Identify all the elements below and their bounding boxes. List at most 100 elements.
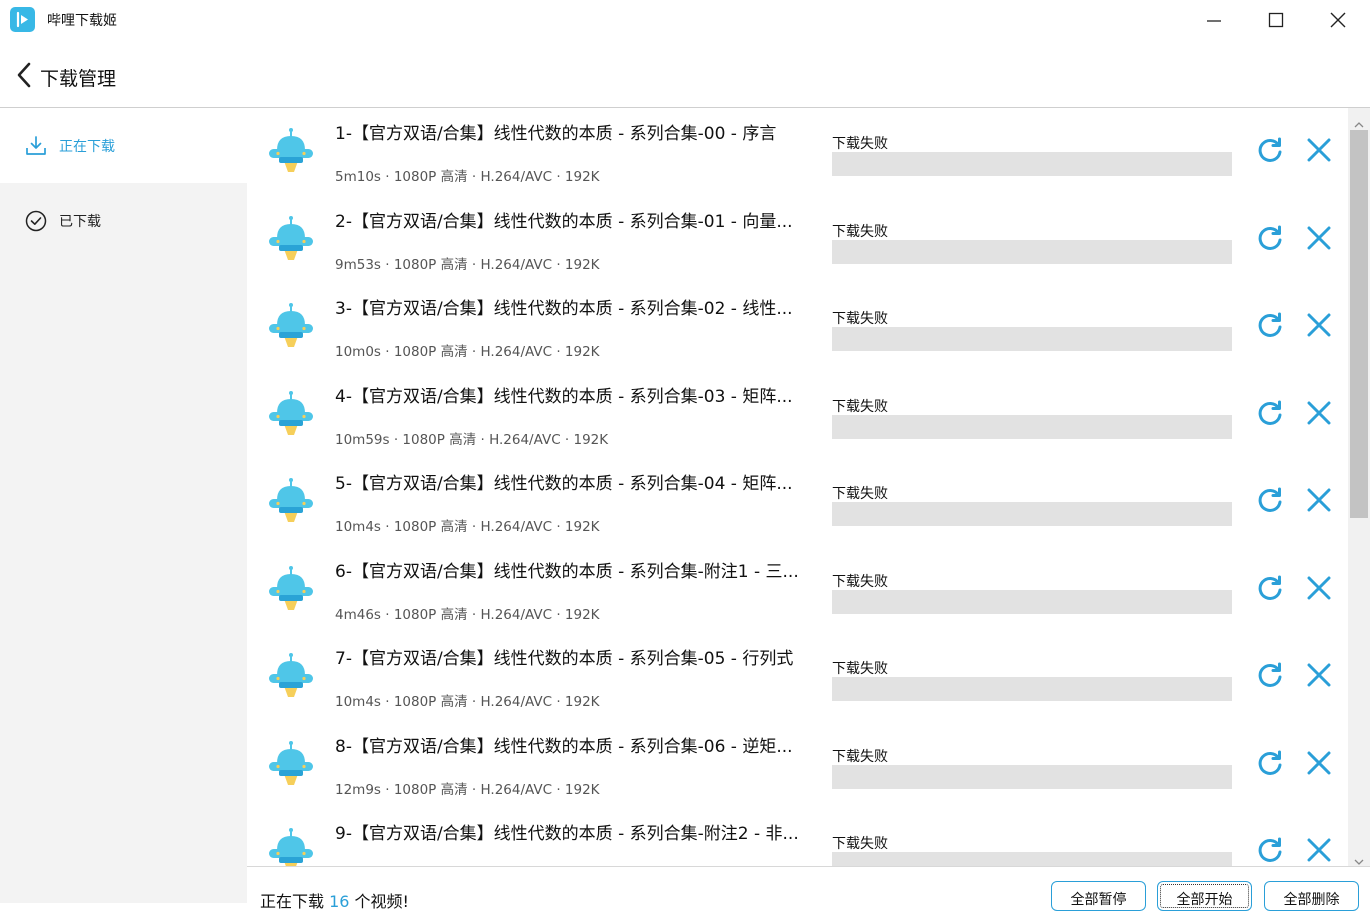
chevron-left-icon <box>17 62 31 88</box>
start-all-button[interactable]: 全部开始 <box>1157 881 1252 911</box>
close-icon <box>1330 12 1346 28</box>
retry-button[interactable] <box>1256 136 1284 164</box>
download-row: 9-【官方双语/合集】线性代数的本质 - 系列合集-附注2 - 非... 下载失败 <box>247 808 1348 866</box>
video-thumbnail-icon <box>267 740 315 793</box>
download-status: 下载失败 <box>832 486 888 502</box>
delete-button[interactable] <box>1307 576 1331 600</box>
download-row: 3-【官方双语/合集】线性代数的本质 - 系列合集-02 - 线性... 10m0… <box>247 283 1348 370</box>
progress-bar <box>832 764 1232 789</box>
retry-button[interactable] <box>1256 311 1284 339</box>
video-title: 9-【官方双语/合集】线性代数的本质 - 系列合集-附注2 - 非... <box>335 824 799 844</box>
progress-bar <box>832 589 1232 614</box>
video-thumbnail-icon <box>267 215 315 268</box>
sidebar-item-downloaded[interactable]: 已下载 <box>0 183 247 258</box>
refresh-icon <box>1256 312 1284 343</box>
download-row: 4-【官方双语/合集】线性代数的本质 - 系列合集-03 - 矩阵... 10m5… <box>247 371 1348 458</box>
download-row: 5-【官方双语/合集】线性代数的本质 - 系列合集-04 - 矩阵... 10m4… <box>247 458 1348 545</box>
pause-all-button[interactable]: 全部暂停 <box>1051 881 1146 911</box>
close-icon <box>1307 838 1331 866</box>
delete-button[interactable] <box>1307 488 1331 512</box>
delete-button[interactable] <box>1307 138 1331 162</box>
video-title: 8-【官方双语/合集】线性代数的本质 - 系列合集-06 - 逆矩... <box>335 736 793 757</box>
progress-bar <box>832 677 1232 701</box>
video-thumbnail-icon <box>267 478 315 530</box>
video-thumbnail-icon <box>267 828 315 866</box>
download-summary: 正在下载 16 个视频! <box>260 888 409 912</box>
sidebar-item-label: 正在下载 <box>59 139 115 155</box>
refresh-icon <box>1256 137 1284 168</box>
title-bar: 哔哩下载姬 <box>0 0 1372 40</box>
progress-bar <box>832 239 1232 264</box>
close-icon <box>1307 138 1331 166</box>
video-title: 4-【官方双语/合集】线性代数的本质 - 系列合集-03 - 矩阵... <box>335 386 793 407</box>
download-status: 下载失败 <box>832 136 888 152</box>
download-status: 下载失败 <box>832 223 888 240</box>
refresh-icon <box>1256 225 1284 256</box>
retry-button[interactable] <box>1256 836 1284 864</box>
sidebar: 正在下载 已下载 <box>0 108 247 903</box>
download-status: 下载失败 <box>832 748 888 765</box>
video-meta: 10m4s · 1080P 高清 · H.264/AVC · 192K <box>335 519 600 535</box>
refresh-icon <box>1256 750 1284 781</box>
maximize-icon <box>1268 12 1284 28</box>
refresh-icon <box>1256 662 1284 693</box>
list-scrollbar[interactable] <box>1348 108 1370 866</box>
retry-button[interactable] <box>1256 661 1284 689</box>
download-status: 下载失败 <box>832 311 888 327</box>
video-title: 5-【官方双语/合集】线性代数的本质 - 系列合集-04 - 矩阵... <box>335 474 793 494</box>
video-title: 7-【官方双语/合集】线性代数的本质 - 系列合集-05 - 行列式 <box>335 649 794 669</box>
retry-button[interactable] <box>1256 486 1284 514</box>
close-icon <box>1307 576 1331 604</box>
delete-button[interactable] <box>1307 663 1331 687</box>
video-meta: 10m59s · 1080P 高清 · H.264/AVC · 192K <box>335 431 609 448</box>
delete-button[interactable] <box>1307 838 1331 862</box>
delete-button[interactable] <box>1307 226 1331 250</box>
video-title: 1-【官方双语/合集】线性代数的本质 - 系列合集-00 - 序言 <box>335 124 777 144</box>
scroll-down-icon[interactable] <box>1354 851 1364 865</box>
download-row: 6-【官方双语/合集】线性代数的本质 - 系列合集-附注1 - 三... 4m46… <box>247 546 1348 633</box>
close-icon <box>1307 226 1331 254</box>
refresh-icon <box>1256 400 1284 431</box>
delete-button[interactable] <box>1307 751 1331 775</box>
minimize-button[interactable] <box>1201 8 1227 32</box>
retry-button[interactable] <box>1256 224 1284 252</box>
video-meta: 4m46s · 1080P 高清 · H.264/AVC · 192K <box>335 606 600 623</box>
back-button[interactable] <box>14 62 36 88</box>
delete-button[interactable] <box>1307 401 1331 425</box>
check-circle-icon <box>25 210 47 232</box>
scrollbar-thumb[interactable] <box>1350 130 1368 518</box>
video-meta: 5m10s · 1080P 高清 · H.264/AVC · 192K <box>335 169 600 185</box>
video-meta: 10m0s · 1080P 高清 · H.264/AVC · 192K <box>335 344 600 360</box>
download-row: 1-【官方双语/合集】线性代数的本质 - 系列合集-00 - 序言 5m10s ·… <box>247 108 1348 195</box>
download-row: 8-【官方双语/合集】线性代数的本质 - 系列合集-06 - 逆矩... 12m9… <box>247 721 1348 808</box>
close-icon <box>1307 663 1331 691</box>
close-icon <box>1307 488 1331 516</box>
summary-prefix: 正在下载 <box>260 892 330 911</box>
progress-bar <box>832 852 1232 866</box>
download-status: 下载失败 <box>832 398 888 415</box>
progress-bar <box>832 502 1232 526</box>
progress-bar <box>832 152 1232 176</box>
download-row: 2-【官方双语/合集】线性代数的本质 - 系列合集-01 - 向量... 9m53… <box>247 196 1348 283</box>
refresh-icon <box>1256 837 1284 866</box>
summary-suffix: 个视频! <box>349 892 409 911</box>
retry-button[interactable] <box>1256 749 1284 777</box>
retry-button[interactable] <box>1256 399 1284 427</box>
delete-all-button[interactable]: 全部删除 <box>1264 881 1359 911</box>
maximize-button[interactable] <box>1263 8 1289 32</box>
page-header: 下载管理 <box>0 40 1370 108</box>
delete-button[interactable] <box>1307 313 1331 337</box>
close-window-button[interactable] <box>1325 8 1351 32</box>
video-meta: 12m9s · 1080P 高清 · H.264/AVC · 192K <box>335 781 600 798</box>
video-meta: 9m53s · 1080P 高清 · H.264/AVC · 192K <box>335 256 600 273</box>
sidebar-item-downloading[interactable]: 正在下载 <box>0 108 247 183</box>
download-icon <box>25 135 47 157</box>
download-status: 下载失败 <box>832 661 888 677</box>
video-thumbnail-icon <box>267 390 315 443</box>
scroll-up-icon[interactable] <box>1354 114 1364 128</box>
app-title: 哔哩下载姬 <box>47 13 117 29</box>
video-title: 6-【官方双语/合集】线性代数的本质 - 系列合集-附注1 - 三... <box>335 561 799 582</box>
progress-bar <box>832 327 1232 351</box>
retry-button[interactable] <box>1256 574 1284 602</box>
sidebar-item-label: 已下载 <box>59 214 101 230</box>
